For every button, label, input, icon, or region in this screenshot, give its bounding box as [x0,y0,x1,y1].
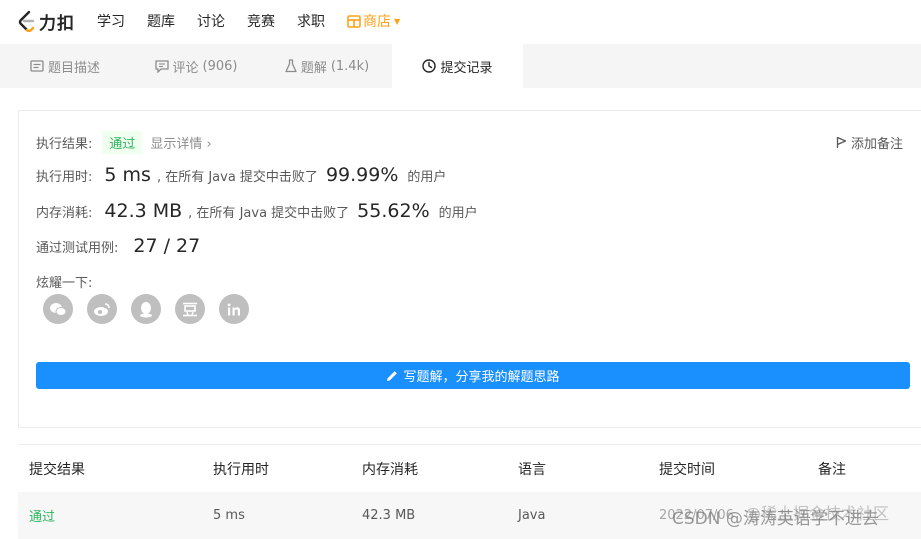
nav-discuss[interactable]: 讨论 [197,11,225,31]
row-memory: 42.3 MB [362,508,416,523]
tab-label: 评论 [172,60,199,76]
nav-learn[interactable]: 学习 [97,11,125,31]
tab-label: 提交记录 [440,60,493,76]
testcases-label: 通过测试用例: [36,240,119,256]
column-header-language: 语言 [518,461,546,478]
runtime-beat-text: , 在所有 Java 提交中击败了 [156,169,318,185]
wechat-share-button[interactable] [43,294,73,324]
submission-result-card: 执行结果: 通过 显示详情 › 添加备注 执行用时: 5 ms , 在所有 Ja… [18,110,921,428]
douban-icon [183,302,197,316]
nav-contest[interactable]: 竞赛 [247,11,275,31]
tab-label: 题解 [300,60,327,76]
flask-icon [285,59,297,73]
testcases-value: 27 / 27 [133,235,201,257]
add-note-button[interactable]: 添加备注 [836,133,903,152]
top-navigation: 力扣 学习 题库 讨论 竞赛 求职 商店 ▼ [0,0,921,42]
memory-label: 内存消耗: [36,205,93,221]
description-icon [30,60,44,72]
weibo-icon [94,302,110,316]
linkedin-share-button[interactable] [219,294,249,324]
qq-share-button[interactable] [131,294,161,324]
leetcode-logo[interactable]: 力扣 [16,9,75,34]
nav-store[interactable]: 商店 ▼ [347,11,400,31]
store-icon [347,14,361,28]
tab-comments[interactable]: 评论 (906) [130,44,262,88]
row-result-link[interactable]: 通过 [29,506,55,525]
runtime-row: 执行用时: 5 ms , 在所有 Java 提交中击败了 99.99% 的用户 [36,164,446,186]
runtime-value: 5 ms [104,164,151,186]
leetcode-logo-icon [18,10,35,32]
row-language: Java [518,508,546,523]
memory-beat-text: , 在所有 Java 提交中击败了 [188,205,350,221]
row-runtime: 5 ms [213,508,245,523]
nav-jobs[interactable]: 求职 [297,11,325,31]
flag-icon [836,136,847,148]
status-label: 执行结果: [36,137,93,152]
memory-suffix: 的用户 [438,205,478,221]
table-header: 提交结果 执行用时 内存消耗 语言 提交时间 备注 [18,444,921,492]
douban-share-button[interactable] [175,294,205,324]
result-status-row: 执行结果: 通过 显示详情 › [36,131,212,154]
tab-solutions[interactable]: 题解 (1.4k) [262,44,392,88]
column-header-memory: 内存消耗 [362,461,418,478]
logo-text: 力扣 [39,13,75,34]
runtime-label: 执行用时: [36,169,93,185]
tab-count: (906) [202,58,238,74]
tab-count: (1.4k) [330,58,370,74]
status-badge: 通过 [102,131,143,154]
share-label-row: 炫耀一下: [36,272,92,291]
csdn-watermark: CSDN @涛涛英语学不进去 [672,509,879,529]
qq-icon [140,301,152,317]
write-solution-button[interactable]: 写题解，分享我的解题思路 [36,362,910,389]
problem-tabs: 题目描述 评论 (906) 题解 (1.4k) 提交记录 [0,44,921,88]
tab-description[interactable]: 题目描述 [0,44,130,88]
column-header-runtime: 执行用时 [213,461,269,478]
memory-percentile: 55.62% [357,200,430,222]
chevron-down-icon: ▼ [394,16,401,26]
nav-problemset[interactable]: 题库 [147,11,175,31]
clock-icon [422,59,437,73]
write-solution-label: 写题解，分享我的解题思路 [403,370,560,385]
testcases-row: 通过测试用例: 27 / 27 [36,235,200,257]
share-label: 炫耀一下: [36,276,93,291]
add-note-label: 添加备注 [850,137,903,152]
tab-submissions[interactable]: 提交记录 [392,44,523,88]
runtime-suffix: 的用户 [407,169,447,185]
store-label: 商店 [363,14,391,30]
linkedin-icon [227,303,240,315]
column-header-notes: 备注 [818,461,846,478]
share-buttons [43,294,263,324]
pencil-icon [387,370,398,381]
column-header-time: 提交时间 [659,461,715,478]
wechat-icon [50,302,67,316]
runtime-percentile: 99.99% [325,164,399,186]
tab-label: 题目描述 [47,60,100,76]
memory-row: 内存消耗: 42.3 MB , 在所有 Java 提交中击败了 55.62% 的… [36,200,478,222]
comment-icon [154,59,169,73]
memory-value: 42.3 MB [104,200,183,222]
weibo-share-button[interactable] [87,294,117,324]
show-details-link[interactable]: 显示详情 › [150,133,211,152]
column-header-result: 提交结果 [29,461,85,478]
